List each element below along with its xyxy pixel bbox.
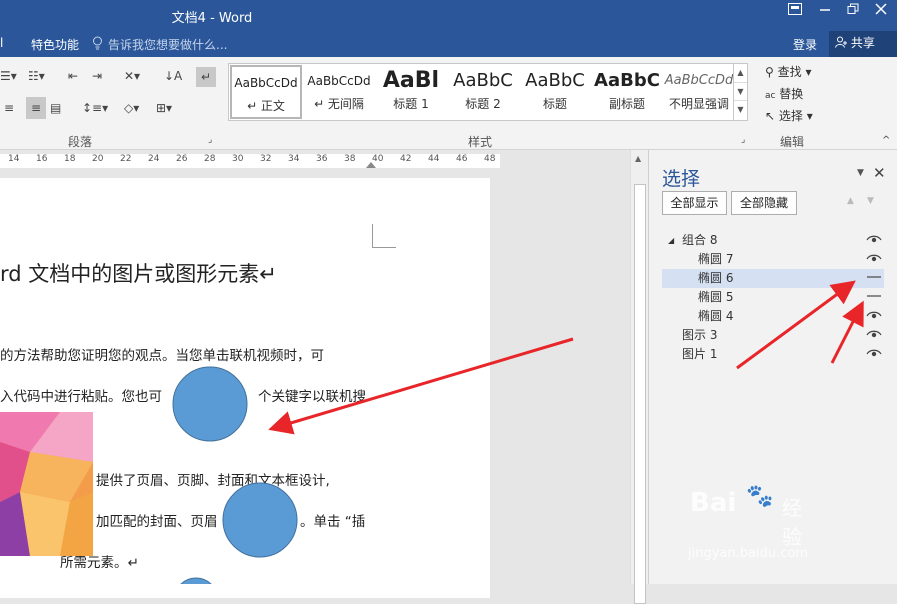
selection-pane-item-label: 椭圆 7 xyxy=(698,252,734,266)
send-backward-icon[interactable]: ▼ xyxy=(867,196,874,206)
paw-icon: 🐾 xyxy=(746,484,774,509)
cursor-icon: ↖ xyxy=(765,109,776,123)
selection-pane-item-label: 图示 3 xyxy=(682,328,718,342)
eye-icon[interactable] xyxy=(864,345,884,364)
selection-pane-item[interactable]: 图示 3 xyxy=(662,326,884,345)
selection-pane-item[interactable]: 椭圆 7 xyxy=(662,250,884,269)
replace-icon: ac xyxy=(765,91,776,101)
styles-launcher-icon[interactable]: ⌟ xyxy=(741,135,745,145)
ellipse-shapes[interactable] xyxy=(0,0,630,584)
selection-pane-item-label: 椭圆 6 xyxy=(698,271,734,285)
eye-icon[interactable] xyxy=(864,307,884,326)
editing-group-label: 编辑 xyxy=(780,135,805,149)
show-all-button[interactable]: 全部显示 xyxy=(662,191,727,215)
selection-pane-item-label: 图片 1 xyxy=(682,347,718,361)
ellipse-7 xyxy=(172,366,248,442)
ellipse-partial xyxy=(180,577,212,584)
gallery-scroll[interactable]: ▲ ▼ ▼ xyxy=(733,64,747,120)
person-add-icon xyxy=(835,36,851,50)
selection-pane-item[interactable]: 椭圆 4 xyxy=(662,307,884,326)
close-icon[interactable] xyxy=(866,0,896,26)
minimize-icon[interactable] xyxy=(810,0,840,26)
select-button[interactable]: ↖ 选择 ▾ xyxy=(765,107,813,124)
selection-pane-item-label: 组合 8 xyxy=(682,233,718,247)
selection-pane-item-label: 椭圆 5 xyxy=(698,290,734,304)
collapse-ribbon-icon[interactable]: ^ xyxy=(882,135,890,146)
watermark-url: jingyan.baidu.com xyxy=(688,546,808,561)
eye-icon[interactable] xyxy=(864,231,884,250)
hidden-dash-icon[interactable] xyxy=(864,269,884,288)
pane-options-icon[interactable]: ▼ xyxy=(857,168,864,178)
gallery-up-icon[interactable]: ▲ xyxy=(734,64,747,82)
watermark-brand-cn: 经验 xyxy=(782,496,802,549)
bring-forward-icon[interactable]: ▲ xyxy=(847,196,854,206)
selection-pane-item[interactable]: 图片 1 xyxy=(662,345,884,364)
hidden-dash-icon[interactable] xyxy=(864,288,884,307)
expand-icon[interactable]: ◢ xyxy=(668,231,674,250)
sign-in-link[interactable]: 登录 xyxy=(793,36,817,53)
style-preview: AaBbCcDd xyxy=(664,73,734,88)
pane-close-icon[interactable]: ✕ xyxy=(873,164,886,182)
selection-pane: 选择 ▼ ✕ 全部显示 全部隐藏 ▲ ▼ ◢ 组合 8 椭圆 7 椭圆 6 椭圆 5 椭圆… xyxy=(648,150,897,584)
eye-icon[interactable] xyxy=(864,326,884,345)
find-button[interactable]: ⚲ 查找 ▾ xyxy=(765,63,811,80)
scroll-thumb[interactable] xyxy=(634,184,646,604)
selection-pane-item-label: 椭圆 4 xyxy=(698,309,734,323)
vertical-scrollbar[interactable]: ▲ xyxy=(630,150,648,604)
style-subtle-emphasis[interactable]: AaBbCcDd 不明显强调 xyxy=(663,65,735,119)
ellipse-4 xyxy=(222,482,298,558)
watermark-brand: Bai xyxy=(690,488,737,518)
selection-pane-title: 选择 xyxy=(662,168,701,190)
restore-icon[interactable] xyxy=(838,0,868,26)
style-name: 不明显强调 xyxy=(668,97,729,111)
search-icon: ⚲ xyxy=(765,65,774,79)
eye-icon[interactable] xyxy=(864,250,884,269)
gallery-more-icon[interactable]: ▼ xyxy=(734,100,747,118)
find-label: 查找 xyxy=(777,65,802,79)
selection-pane-item[interactable]: 椭圆 5 xyxy=(662,288,884,307)
replace-label: 替换 xyxy=(779,87,804,101)
select-label: 选择 xyxy=(778,109,803,123)
scroll-up-icon[interactable]: ▲ xyxy=(635,154,641,163)
gallery-down-icon[interactable]: ▼ xyxy=(734,82,747,100)
ribbon-display-options-icon[interactable] xyxy=(780,0,810,26)
selection-pane-item[interactable]: 椭圆 6 xyxy=(662,269,884,288)
share-label: 共享 xyxy=(850,36,875,50)
selection-pane-item[interactable]: ◢ 组合 8 xyxy=(662,231,884,250)
hide-all-button[interactable]: 全部隐藏 xyxy=(731,191,797,215)
replace-button[interactable]: ac 替换 xyxy=(765,85,803,102)
share-button[interactable]: 共享 xyxy=(829,31,897,57)
